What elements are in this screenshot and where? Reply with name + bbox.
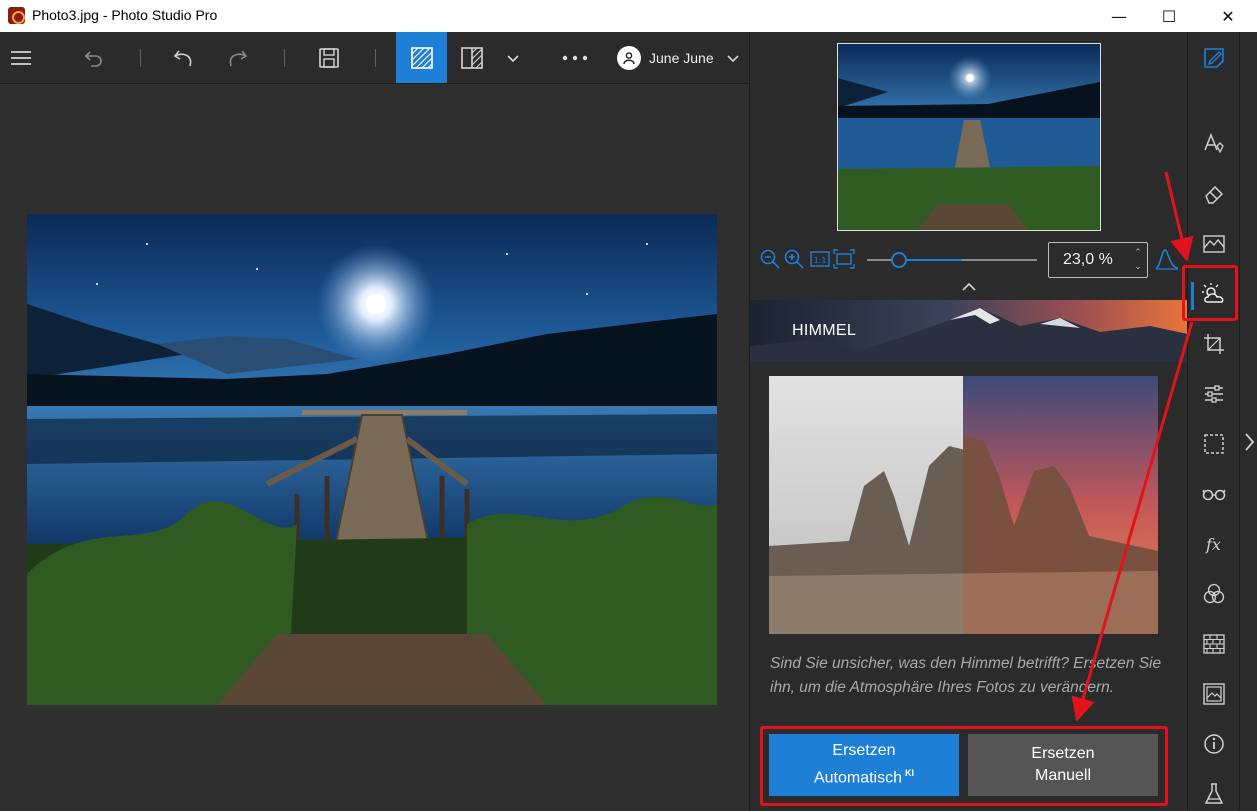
sky-icon[interactable] <box>1188 272 1240 316</box>
color-circles-icon[interactable] <box>1188 572 1240 616</box>
chevron-down-icon <box>727 54 739 62</box>
redo-icon[interactable] <box>221 32 253 83</box>
fit-to-screen-icon[interactable] <box>833 248 855 270</box>
sky-description: Sind Sie unsicher, was den Himmel betrif… <box>770 655 1162 696</box>
toolbar-divider <box>284 49 285 67</box>
button-label: Ersetzen <box>1031 745 1095 762</box>
maximize-button[interactable]: ☐ <box>1146 0 1192 32</box>
chevron-down-icon[interactable] <box>500 32 526 83</box>
selection-icon[interactable] <box>1188 422 1240 466</box>
window-title: Photo3.jpg - Photo Studio Pro <box>32 7 218 23</box>
toolbar-divider <box>375 49 376 67</box>
save-icon[interactable] <box>312 32 346 83</box>
sky-replacement-preview <box>769 376 1158 634</box>
glasses-icon[interactable] <box>1188 472 1240 516</box>
navigator-image <box>838 44 1100 230</box>
zoom-out-icon[interactable] <box>759 248 781 270</box>
ai-badge: KI <box>905 768 915 779</box>
hamburger-icon[interactable] <box>4 32 38 83</box>
frame-icon[interactable] <box>1188 672 1240 716</box>
more-icon[interactable] <box>558 32 592 83</box>
zoom-slider-thumb[interactable] <box>891 252 907 268</box>
lake-pier-night-image <box>27 214 717 705</box>
zoom-slider-fill <box>899 259 962 261</box>
title-bar: Photo3.jpg - Photo Studio Pro — ☐ ✕ <box>0 0 1257 32</box>
user-name: June June <box>649 49 714 66</box>
fx-icon[interactable]: fx <box>1188 522 1240 566</box>
image-canvas[interactable] <box>0 84 748 811</box>
zoom-in-icon[interactable] <box>783 248 805 270</box>
replace-automatic-button[interactable]: Ersetzen Automatisch KI <box>769 734 959 796</box>
active-tool-indicator <box>1191 282 1194 310</box>
landscape-icon[interactable] <box>1188 222 1240 266</box>
split-view-icon[interactable] <box>455 32 489 83</box>
zoom-value-input[interactable]: 23,0 % ⌃ ⌄ <box>1048 242 1148 278</box>
main-photo[interactable] <box>27 214 717 705</box>
tool-strip: fx <box>1187 32 1239 811</box>
navigator-thumbnail[interactable] <box>837 43 1101 231</box>
zoom-value: 23,0 % <box>1063 251 1113 268</box>
svg-text:1:1: 1:1 <box>814 256 827 265</box>
photo-studio-window: Photo3.jpg - Photo Studio Pro — ☐ ✕ June… <box>0 0 1257 811</box>
user-menu[interactable]: June June <box>617 32 740 83</box>
replace-manual-button[interactable]: Ersetzen Manuell <box>968 734 1158 796</box>
lab-icon[interactable] <box>1188 772 1240 811</box>
info-icon[interactable] <box>1188 722 1240 766</box>
close-button[interactable]: ✕ <box>1205 0 1251 32</box>
reset-icon[interactable] <box>78 32 110 83</box>
button-label-manual: Manuell <box>1034 767 1092 784</box>
section-title: HIMMEL <box>792 322 857 339</box>
avatar <box>617 45 641 70</box>
zoom-slider[interactable] <box>867 252 1037 268</box>
zoom-spinner[interactable]: ⌃ ⌄ <box>1132 246 1144 274</box>
actual-size-icon[interactable]: 1:1 <box>809 248 831 270</box>
undo-icon[interactable] <box>168 32 200 83</box>
histogram-icon[interactable] <box>1154 248 1180 270</box>
adjustments-icon[interactable] <box>1188 372 1240 416</box>
single-view-icon[interactable] <box>396 32 447 83</box>
sky-panel: 1:1 23,0 % ⌃ ⌄ HIMMEL Sind Sie unsicher,… <box>749 32 1188 811</box>
crop-icon[interactable] <box>1188 322 1240 366</box>
edit-icon[interactable] <box>1188 36 1240 80</box>
button-label-line2: Automatisch KI <box>814 762 914 789</box>
button-label: Ersetzen <box>832 742 896 760</box>
chevron-right-icon[interactable] <box>1242 430 1256 454</box>
zoom-controls: 1:1 23,0 % ⌃ ⌄ <box>750 240 1188 280</box>
sky-section-header: HIMMEL <box>750 300 1188 362</box>
collapse-chevron-icon[interactable] <box>955 282 983 296</box>
panel-expand-strip[interactable] <box>1239 32 1257 811</box>
svg-text:fx: fx <box>1205 535 1221 554</box>
minimize-button[interactable]: — <box>1096 0 1142 32</box>
app-logo-icon <box>8 7 25 24</box>
texture-icon[interactable] <box>1188 622 1240 666</box>
button-label-auto: Automatisch <box>813 769 903 787</box>
toolbar-divider <box>140 49 141 67</box>
eraser-icon[interactable] <box>1188 172 1240 216</box>
sky-preview-image <box>769 376 1158 634</box>
text-style-icon[interactable] <box>1188 122 1240 166</box>
editor-toolbar: June June <box>0 32 748 84</box>
